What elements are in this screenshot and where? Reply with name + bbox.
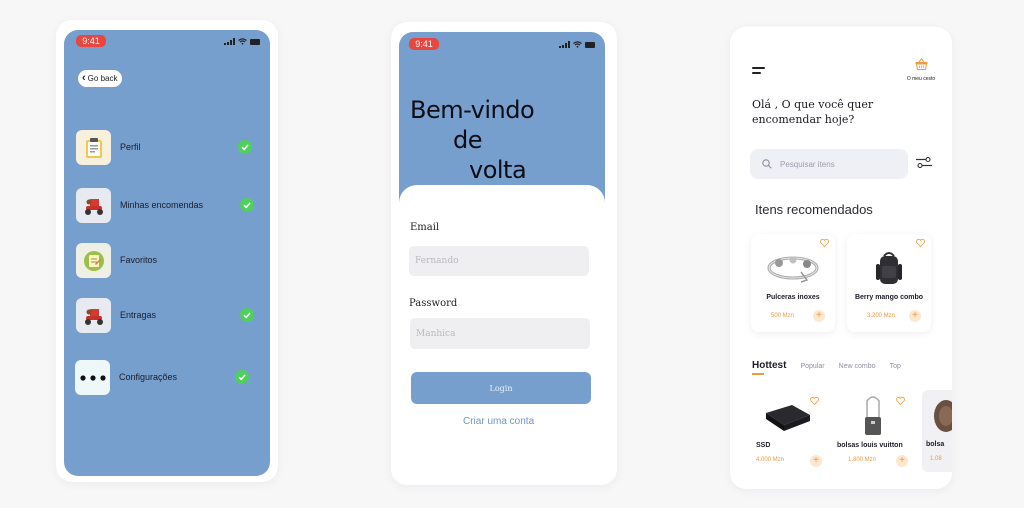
menu-item-label: Configurações [119,372,178,382]
favorites-note-icon [76,243,111,278]
check-icon [240,198,254,212]
email-label: Email [410,222,440,233]
add-to-cart-button[interactable]: + [810,455,822,467]
password-label: Password [409,298,458,309]
add-to-cart-button[interactable]: + [813,310,825,322]
menu-item-minhas-encomendas[interactable]: Minhas encomendas [76,188,256,224]
menu-item-label: Perfil [120,142,141,152]
menu-item-label: Minhas encomendas [120,200,204,210]
go-back-button[interactable]: ‹ Go back [78,70,122,87]
menu-item-configuracoes[interactable]: Configurações [75,360,255,396]
search-placeholder: Pesquisar itens [780,159,835,169]
hottest-item[interactable]: SSD 4.000 Mzn + [748,391,828,473]
bracelet-image [767,256,819,283]
backpack-image [876,252,902,284]
product-price: 3.200 Mzn [867,313,896,319]
delivery-scooter-icon [76,298,111,333]
battery-icon [250,38,260,45]
hottest-item[interactable]: bolsa 1.08 [922,390,952,472]
hamburger-menu-icon[interactable] [752,67,765,77]
login-button[interactable]: Login [411,372,591,404]
check-icon [240,308,254,322]
product-price: 500 Mzn [771,313,795,319]
welcome-title-line1: Bem-vindo [410,96,535,124]
product-name: Berry mango combo [854,294,924,301]
tab-new-combo[interactable]: New combo [839,363,876,370]
menu-item-label: Favoritos [120,255,158,265]
heart-icon[interactable] [896,397,905,405]
hottest-name: bolsas louis vuitton [837,442,903,449]
welcome-title-line2: de [453,126,483,154]
handbag-image [934,400,952,432]
hottest-price: 1.08 [930,456,942,462]
menu-screen: 9:41 ‹ Go back Perfil Minhas encomendas [64,30,270,476]
hottest-name: SSD [756,442,771,449]
login-phone: 9:41 Bem-vindo de volta Email Fernando P… [391,22,617,485]
tab-top[interactable]: Top [890,363,901,370]
tab-popular[interactable]: Popular [800,363,824,370]
menu-item-entragas[interactable]: Entragas [76,298,256,334]
go-back-label: Go back [87,74,118,83]
hottest-price: 1.800 Mzn [848,457,877,463]
category-tabs: Hottest Popular New combo Top [752,360,901,375]
basket-icon [915,57,927,70]
search-icon [762,159,772,169]
product-name: Pulceras inoxes [766,294,820,301]
check-icon [238,140,252,154]
email-field[interactable]: Fernando [409,246,589,276]
tab-hottest[interactable]: Hottest [752,360,786,375]
product-card[interactable]: Pulceras inoxes 500 Mzn + [751,234,835,332]
add-to-cart-button[interactable]: + [896,455,908,467]
clipboard-icon [76,130,111,165]
more-dots-icon [75,360,110,395]
hottest-price: 4.000 Mzn [756,457,785,463]
wifi-icon [238,38,247,45]
greeting-text: Olá , O que você quer encomendar hoje? [752,98,874,126]
cart-button[interactable]: O meu cesto [906,57,936,82]
create-account-link[interactable]: Criar uma conta [463,416,534,427]
heart-icon[interactable] [916,239,925,247]
menu-item-favoritos[interactable]: Favoritos [76,243,256,279]
recommended-title: Itens recomendados [755,202,873,217]
search-input[interactable]: Pesquisar itens [750,149,908,179]
menu-item-perfil[interactable]: Perfil [76,130,256,166]
delivery-scooter-icon [76,188,111,223]
password-field[interactable]: Manhica [410,318,590,349]
handbag-image [865,396,881,435]
chevron-left-icon: ‹ [82,72,86,84]
status-time: 9:41 [76,35,106,47]
status-icons [559,41,595,48]
battery-icon [585,41,595,48]
shop-phone: O meu cesto Olá , O que você quer encome… [730,27,952,489]
menu-phone: 9:41 ‹ Go back Perfil Minhas encomendas [56,20,278,482]
hottest-name: bolsa [926,441,945,448]
hottest-item[interactable]: bolsas louis vuitton 1.800 Mzn + [834,391,918,473]
status-icons [224,38,260,45]
add-to-cart-button[interactable]: + [909,310,921,322]
wifi-icon [573,41,582,48]
check-icon [235,370,249,384]
ssd-image [766,405,810,431]
status-time: 9:41 [409,38,439,50]
cart-label: O meu cesto [906,76,936,82]
signal-icon [224,38,235,45]
menu-item-label: Entragas [120,310,157,320]
product-card[interactable]: Berry mango combo 3.200 Mzn + [847,234,931,332]
welcome-title-line3: volta [469,156,527,184]
signal-icon [559,41,570,48]
heart-icon[interactable] [820,239,829,247]
filter-icon[interactable] [916,157,932,168]
